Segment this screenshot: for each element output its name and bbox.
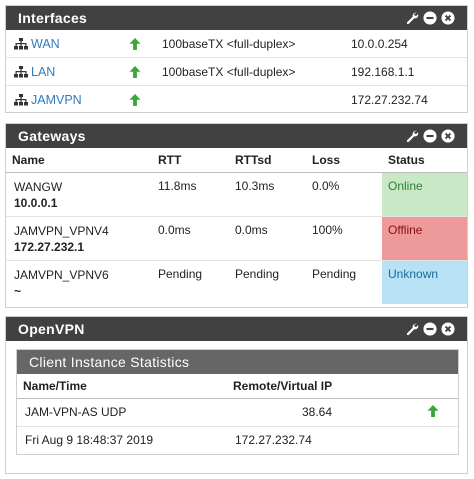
gateway-rttsd: 10.3ms — [229, 172, 306, 217]
status-badge: Online — [382, 172, 467, 217]
column-header-status: Status — [382, 148, 467, 173]
gateways-header: Gateways — [6, 124, 467, 148]
interface-link-lan[interactable]: LAN — [31, 65, 55, 79]
interface-ip: 10.0.0.254 — [351, 37, 408, 51]
column-header-rtt: RTT — [152, 148, 229, 173]
client-stats-title: Client Instance Statistics — [17, 350, 458, 374]
table-row: JAMVPN_VPNV4 172.27.232.1 0.0ms 0.0ms 10… — [6, 216, 467, 261]
table-header-row: Name RTT RTTsd Loss Status — [6, 148, 467, 173]
interface-row-lan: LAN 100baseTX <full-duplex> 192.168.1.1 — [6, 58, 467, 86]
column-header-remote-ip: Remote/Virtual IP — [227, 374, 407, 399]
network-icon — [14, 94, 28, 106]
table-row: JAMVPN_VPNV6 ~ Pending Pending Pending U… — [6, 260, 467, 304]
gateway-rtt: 11.8ms — [152, 172, 229, 217]
gateway-name-cell: JAMVPN_VPNV6 ~ — [6, 260, 152, 304]
gateway-address: 172.27.232.1 — [14, 239, 85, 254]
close-icon[interactable] — [441, 129, 455, 143]
minimize-icon[interactable] — [423, 322, 437, 336]
column-header-name-time: Name/Time — [17, 374, 227, 399]
up-arrow-icon — [128, 37, 142, 51]
table-row: Fri Aug 9 18:48:37 2019 172.27.232.74 — [17, 426, 458, 454]
gateway-address: ~ — [14, 283, 22, 298]
interface-link-wan[interactable]: WAN — [31, 37, 60, 51]
wrench-icon[interactable] — [405, 129, 419, 143]
empty-cell — [407, 426, 458, 454]
gateways-panel: Gateways Name RTT RTTsd Loss Status WANG… — [5, 123, 468, 308]
client-name: JAM-VPN-AS UDP — [17, 398, 227, 427]
openvpn-header: OpenVPN — [6, 317, 467, 341]
gateway-name-cell: JAMVPN_VPNV4 172.27.232.1 — [6, 216, 152, 261]
close-icon[interactable] — [441, 11, 455, 25]
table-row: WANGW 10.0.0.1 11.8ms 10.3ms 0.0% Online — [6, 172, 467, 217]
gateway-rtt: Pending — [158, 266, 203, 281]
column-header-rttsd: RTTsd — [229, 148, 306, 173]
gateway-name: JAMVPN_VPNV6 — [14, 267, 109, 282]
client-remote-ip: 38.64 — [227, 398, 407, 427]
minimize-icon[interactable] — [423, 129, 437, 143]
interface-ip: 172.27.232.74 — [351, 93, 428, 107]
interface-row-jamvpn: JAMVPN 172.27.232.74 — [6, 86, 467, 114]
up-arrow-icon — [426, 404, 440, 418]
wrench-icon[interactable] — [405, 322, 419, 336]
network-icon — [14, 66, 28, 78]
status-badge: Unknown — [382, 260, 467, 304]
gateway-loss: 0.0% — [306, 172, 382, 217]
gateway-name: WANGW — [14, 179, 63, 194]
client-status-cell — [407, 398, 458, 427]
interface-media: 100baseTX <full-duplex> — [162, 65, 296, 79]
client-connect-time: Fri Aug 9 18:48:37 2019 — [25, 433, 154, 448]
column-header-status — [407, 374, 458, 399]
gateway-address: 10.0.0.1 — [14, 195, 58, 210]
column-header-loss: Loss — [306, 148, 382, 173]
interface-media: 100baseTX <full-duplex> — [162, 37, 296, 51]
gateway-rttsd: 0.0ms — [229, 216, 306, 261]
gateways-title: Gateways — [18, 128, 86, 144]
gateway-loss: Pending — [312, 266, 357, 281]
openvpn-panel: OpenVPN Client Instance Statistics Name/… — [5, 316, 468, 474]
client-virtual-ip: 172.27.232.74 — [235, 433, 312, 448]
gateway-rttsd: Pending — [235, 266, 280, 281]
table-header-row: Name/Time Remote/Virtual IP — [17, 374, 458, 399]
interface-row-wan: WAN 100baseTX <full-duplex> 10.0.0.254 — [6, 30, 467, 58]
column-header-name: Name — [6, 148, 152, 173]
gateway-name: JAMVPN_VPNV4 — [14, 223, 109, 238]
gateway-loss: 100% — [306, 216, 382, 261]
interface-ip: 192.168.1.1 — [351, 65, 415, 79]
close-icon[interactable] — [441, 322, 455, 336]
table-row: JAM-VPN-AS UDP 38.64 — [17, 398, 458, 427]
client-stats-table: Name/Time Remote/Virtual IP JAM-VPN-AS U… — [17, 374, 458, 454]
interface-link-jamvpn[interactable]: JAMVPN — [31, 93, 82, 107]
up-arrow-icon — [128, 65, 142, 79]
client-stats-box: Client Instance Statistics Name/Time Rem… — [16, 349, 459, 455]
interfaces-header: Interfaces — [6, 6, 467, 30]
interfaces-panel: Interfaces WAN 100baseTX <full-duplex> 1… — [5, 5, 468, 113]
interfaces-title: Interfaces — [18, 10, 88, 26]
gateways-table: Name RTT RTTsd Loss Status WANGW 10.0.0.… — [6, 148, 467, 304]
minimize-icon[interactable] — [423, 11, 437, 25]
gateway-rtt: 0.0ms — [152, 216, 229, 261]
up-arrow-icon — [128, 93, 142, 107]
network-icon — [14, 38, 28, 50]
wrench-icon[interactable] — [405, 11, 419, 25]
gateway-name-cell: WANGW 10.0.0.1 — [6, 172, 152, 217]
status-badge: Offline — [382, 216, 467, 261]
openvpn-title: OpenVPN — [18, 321, 85, 337]
